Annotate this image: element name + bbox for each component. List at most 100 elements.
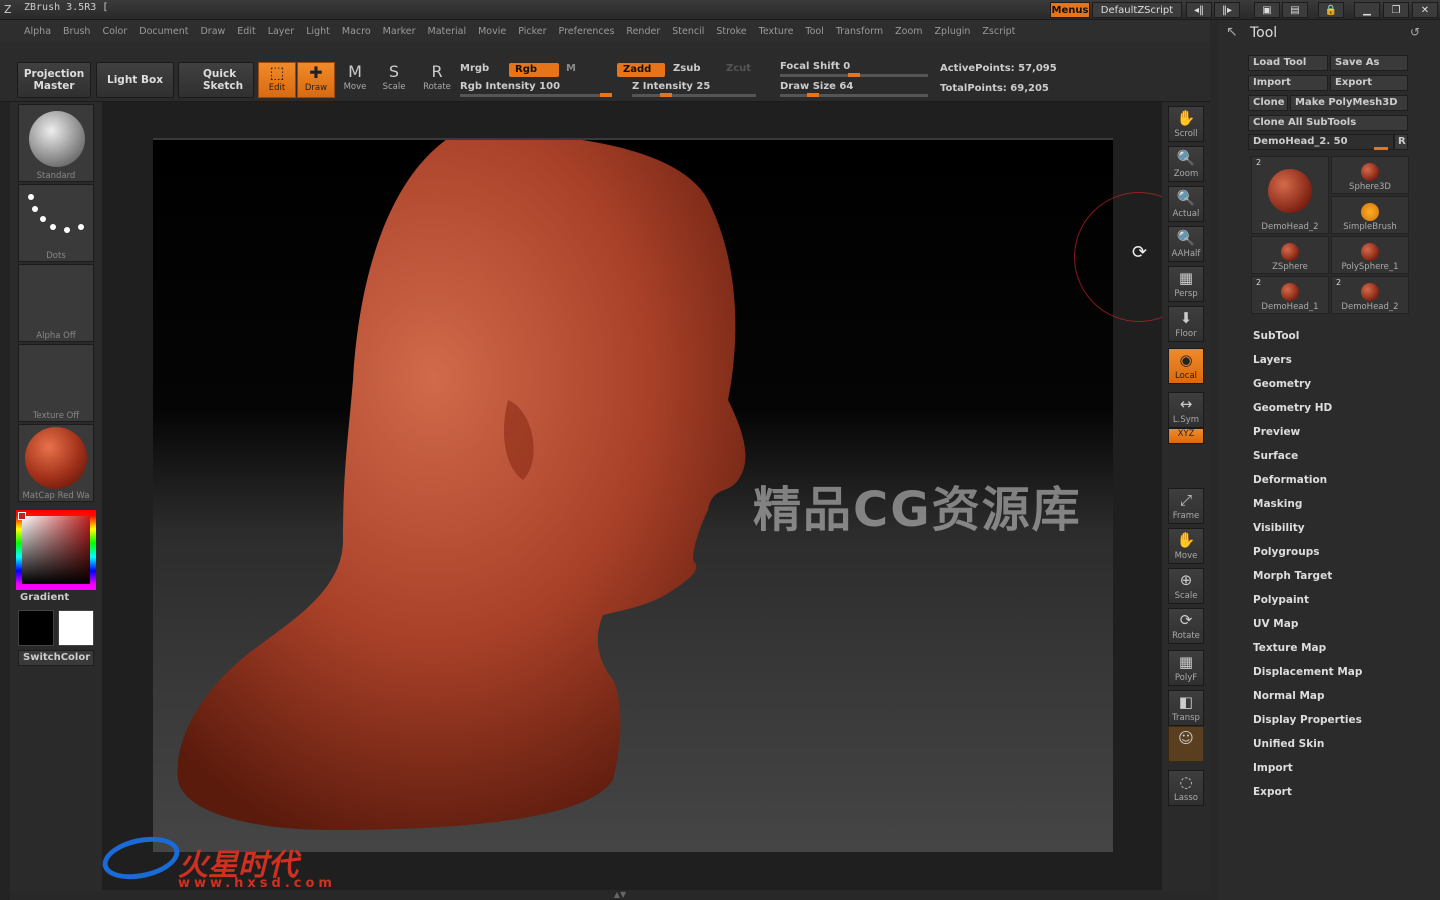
tool-thumb-demohead_2[interactable]: DemoHead_2 2 (1331, 276, 1409, 314)
quick-sketch-button[interactable]: Quick Sketch (178, 62, 254, 98)
ghost-button[interactable]: ☺ (1168, 726, 1204, 762)
tool-section-normal-map[interactable]: Normal Map (1253, 690, 1325, 702)
tool-section-polygroups[interactable]: Polygroups (1253, 546, 1320, 558)
tool-section-import[interactable]: Import (1253, 762, 1293, 774)
menu-alpha[interactable]: Alpha (18, 20, 57, 42)
menu-zplugin[interactable]: Zplugin (929, 20, 977, 42)
menu-material[interactable]: Material (422, 20, 473, 42)
draw-size-knob[interactable] (807, 93, 820, 97)
menu-movie[interactable]: Movie (472, 20, 512, 42)
default-zscript-button[interactable]: DefaultZScript (1092, 2, 1182, 18)
make-polymesh3d-button[interactable]: Make PolyMesh3D (1290, 95, 1408, 111)
persp-button[interactable]: ▦ Persp (1168, 266, 1204, 302)
menu-brush[interactable]: Brush (57, 20, 96, 42)
close-icon[interactable]: ✕ (1412, 2, 1438, 18)
tool-section-unified-skin[interactable]: Unified Skin (1253, 738, 1324, 750)
tool-section-layers[interactable]: Layers (1253, 354, 1292, 366)
tool-thumb-simplebrush[interactable]: SimpleBrush (1331, 196, 1409, 234)
document-canvas[interactable]: 精品CG资源库 (153, 138, 1113, 852)
edit-mode-button[interactable]: ⬚ Edit (258, 62, 296, 98)
menu-zscript[interactable]: Zscript (976, 20, 1021, 42)
main-color-swatch[interactable] (18, 512, 26, 520)
zadd-toggle[interactable]: Zadd (617, 63, 665, 77)
tool-section-uv-map[interactable]: UV Map (1253, 618, 1298, 630)
tool-section-display-properties[interactable]: Display Properties (1253, 714, 1362, 726)
clone-all-subtools-button[interactable]: Clone All SubTools (1248, 115, 1408, 131)
menu-layer[interactable]: Layer (262, 20, 301, 42)
load-tool-button[interactable]: Load Tool (1248, 55, 1328, 71)
canvas-area[interactable]: 精品CG资源库 ⟳ 火星时代 www.hxsd.com (98, 102, 1204, 891)
floor-button[interactable]: ⬇ Floor (1168, 306, 1204, 342)
menu-light[interactable]: Light (300, 20, 336, 42)
layout-icon[interactable]: ▣ (1254, 2, 1280, 18)
menu-stroke[interactable]: Stroke (710, 20, 752, 42)
import-button[interactable]: Import (1248, 75, 1328, 91)
tool-palette-refresh-icon[interactable]: ↺ (1410, 25, 1420, 39)
tool-section-deformation[interactable]: Deformation (1253, 474, 1327, 486)
rgb-intensity-knob[interactable] (600, 93, 612, 97)
restore-icon[interactable]: ❐ (1383, 2, 1409, 18)
tool-section-geometry[interactable]: Geometry (1253, 378, 1311, 390)
zoom-button[interactable]: 🔍 Zoom (1168, 146, 1204, 182)
menu-draw[interactable]: Draw (194, 20, 231, 42)
export-button[interactable]: Export (1330, 75, 1408, 91)
tool-thumb-demohead_2[interactable]: DemoHead_2 2 (1251, 156, 1329, 234)
prev-arrow-icon[interactable]: ◂‖ (1186, 2, 1212, 18)
menu-marker[interactable]: Marker (377, 20, 422, 42)
focal-shift-knob[interactable] (848, 73, 860, 77)
local-button[interactable]: ◉ Local (1168, 348, 1204, 384)
rotate-mode-button[interactable]: R Rotate (418, 62, 456, 98)
menu-zoom[interactable]: Zoom (889, 20, 928, 42)
material-selector[interactable]: MatCap Red Wa (18, 424, 94, 502)
rgb-toggle[interactable]: Rgb (509, 63, 559, 77)
tool-section-masking[interactable]: Masking (1253, 498, 1302, 510)
tool-section-polypaint[interactable]: Polypaint (1253, 594, 1309, 606)
stroke-selector[interactable]: Dots (18, 184, 94, 262)
brush-selector[interactable]: Standard (18, 104, 94, 182)
menu-transform[interactable]: Transform (830, 20, 889, 42)
menu-stencil[interactable]: Stencil (666, 20, 710, 42)
menu-preferences[interactable]: Preferences (553, 20, 621, 42)
lock-icon[interactable]: 🔒 (1318, 2, 1344, 18)
tool-section-displacement-map[interactable]: Displacement Map (1253, 666, 1362, 678)
next-arrow-icon[interactable]: ‖▸ (1214, 2, 1240, 18)
gradient-toggle[interactable]: Gradient (20, 592, 69, 603)
color-picker[interactable] (16, 510, 96, 590)
minimize-icon[interactable]: ▁ (1354, 2, 1380, 18)
tool-section-export[interactable]: Export (1253, 786, 1292, 798)
menus-toggle-button[interactable]: Menus (1050, 2, 1090, 18)
light-box-button[interactable]: Light Box (96, 62, 174, 98)
primary-color-swatch[interactable] (18, 610, 54, 646)
zcut-toggle[interactable]: Zcut (726, 63, 751, 74)
current-tool-slider-knob[interactable] (1374, 147, 1388, 150)
tool-section-visibility[interactable]: Visibility (1253, 522, 1305, 534)
menu-color[interactable]: Color (96, 20, 133, 42)
scale-mode-button[interactable]: S Scale (375, 62, 413, 98)
tool-section-preview[interactable]: Preview (1253, 426, 1300, 438)
save-as-button[interactable]: Save As (1330, 55, 1408, 71)
polyf-button[interactable]: ▦ PolyF (1168, 650, 1204, 686)
aahalf-button[interactable]: 🔍 AAHalf (1168, 226, 1204, 262)
tool-thumb-demohead_1[interactable]: DemoHead_1 2 (1251, 276, 1329, 314)
scale-button[interactable]: ⊕ Scale (1168, 568, 1204, 604)
draw-size-slider[interactable] (780, 94, 928, 97)
left-tray-edge[interactable] (0, 42, 10, 900)
m-toggle[interactable]: M (566, 63, 576, 74)
switch-color-button[interactable]: SwitchColor (18, 650, 94, 666)
tool-thumb-polysphere_1[interactable]: PolySphere_1 (1331, 236, 1409, 274)
menu-render[interactable]: Render (620, 20, 666, 42)
r-button[interactable]: R (1394, 134, 1408, 150)
lsym-button[interactable]: ↔ L.Sym (1168, 392, 1204, 428)
texture-selector[interactable]: Texture Off (18, 344, 94, 422)
actual-button[interactable]: 🔍 Actual (1168, 186, 1204, 222)
menu-texture[interactable]: Texture (753, 20, 800, 42)
tool-section-morph-target[interactable]: Morph Target (1253, 570, 1332, 582)
transp-button[interactable]: ◧ Transp (1168, 690, 1204, 726)
menu-edit[interactable]: Edit (231, 20, 261, 42)
xyz-button[interactable]: ⟲XYZ (1168, 428, 1204, 444)
tool-section-subtool[interactable]: SubTool (1253, 330, 1299, 342)
menu-document[interactable]: Document (133, 20, 194, 42)
projection-master-button[interactable]: Projection Master (17, 62, 91, 98)
menu-macro[interactable]: Macro (336, 20, 377, 42)
layout2-icon[interactable]: ▤ (1282, 2, 1308, 18)
